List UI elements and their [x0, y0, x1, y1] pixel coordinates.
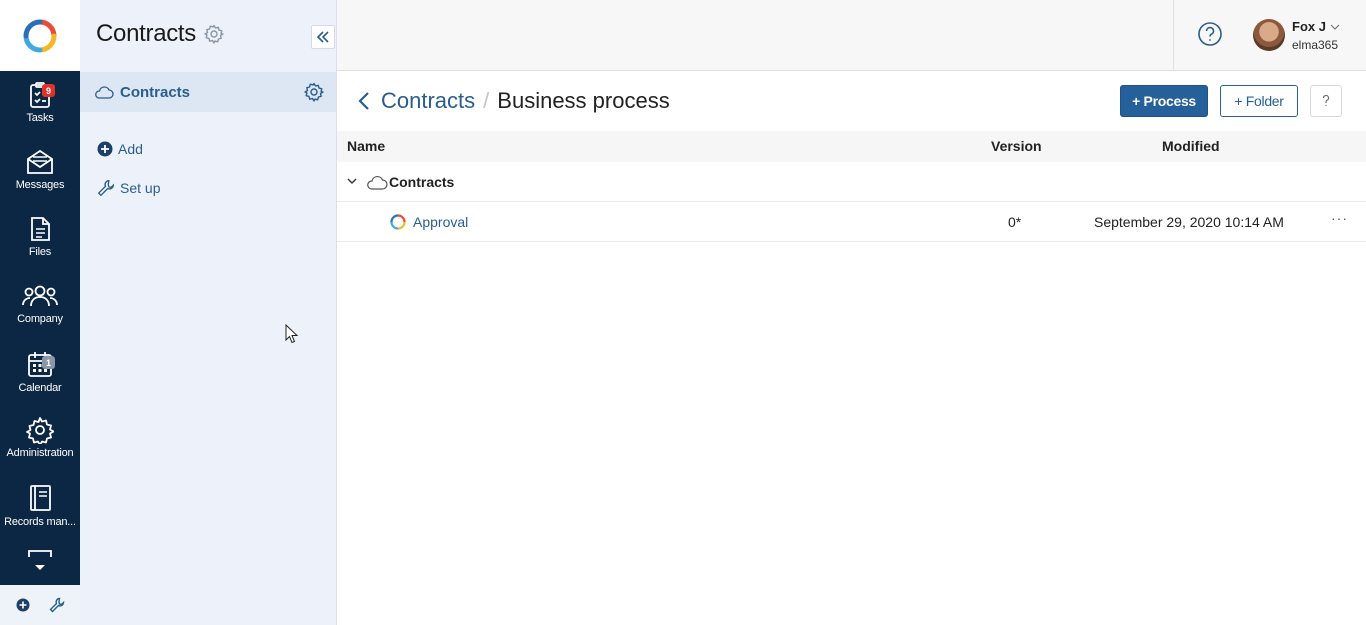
help-icon[interactable] [1198, 22, 1222, 46]
column-version[interactable]: Version [991, 138, 1042, 154]
column-modified[interactable]: Modified [1162, 138, 1220, 154]
tasks-badge: 9 [42, 84, 55, 97]
module-sidebar: Contracts Contracts Add Set up [80, 0, 337, 625]
process-icon [390, 214, 406, 230]
chevron-down-icon[interactable] [347, 178, 357, 185]
question-icon [1322, 94, 1329, 107]
user-name: Fox J [1292, 19, 1326, 34]
chevron-left-icon [358, 92, 369, 110]
breadcrumb-parent[interactable]: Contracts [381, 88, 475, 114]
user-org: elma365 [1292, 38, 1339, 52]
rail-item-label: Calendar [18, 382, 62, 394]
rail-item-label: Records man... [4, 516, 76, 528]
collapse-sidebar-button[interactable] [311, 25, 335, 49]
add-circle-icon[interactable] [16, 598, 30, 612]
rail-item-messages[interactable]: Messages [0, 142, 80, 209]
breadcrumb: Contracts / Business process [357, 88, 670, 114]
top-bar: Fox J elma365 [337, 0, 1366, 71]
user-menu[interactable]: Fox J [1292, 19, 1340, 34]
chevron-down-icon [1330, 24, 1340, 30]
plus-circle-icon [97, 141, 113, 157]
wrench-icon [97, 179, 115, 197]
company-icon [22, 285, 58, 307]
sidebar-add-label: Add [118, 141, 143, 157]
rail-item-tasks[interactable]: 9 Tasks [0, 75, 80, 142]
elma-logo-icon [23, 19, 57, 52]
mouse-cursor-icon [285, 324, 299, 344]
rail-item-administration[interactable]: Administration [0, 410, 80, 477]
caret-down-icon [35, 565, 45, 570]
table-row[interactable]: Approval 0* September 29, 2020 10:14 AM … [337, 202, 1366, 242]
sidebar-setup-link[interactable]: Set up [97, 179, 160, 197]
table-group-row[interactable]: Contracts [337, 162, 1366, 202]
rail-item-label: Files [28, 246, 52, 258]
module-settings-icon[interactable] [204, 24, 224, 44]
double-chevron-left-icon [316, 31, 329, 43]
rail-scroll-more[interactable] [0, 548, 80, 578]
cloud-icon [95, 86, 114, 99]
column-name[interactable]: Name [347, 138, 385, 154]
rail-item-calendar[interactable]: 1 Calendar [0, 343, 80, 410]
row-name-link[interactable]: Approval [413, 214, 468, 230]
rail-item-company[interactable]: Company [0, 276, 80, 343]
messages-icon [27, 149, 53, 174]
module-title: Contracts [96, 20, 197, 47]
add-folder-button[interactable]: + Folder [1220, 85, 1298, 117]
user-avatar[interactable] [1253, 19, 1285, 51]
breadcrumb-separator: / [483, 88, 490, 113]
records-icon [30, 485, 51, 511]
sidebar-setup-label: Set up [120, 180, 161, 196]
page-title: Business process [497, 88, 670, 113]
app-rail: 9 Tasks Messages Files Company 1 Calenda… [0, 0, 80, 625]
sidebar-add-link[interactable]: Add [97, 141, 143, 157]
app-logo[interactable] [0, 0, 80, 71]
group-label: Contracts [389, 174, 455, 190]
rail-bottom-bar [0, 585, 80, 625]
module-header: Contracts [96, 20, 224, 48]
rail-item-label: Administration [6, 447, 74, 459]
back-button[interactable] [357, 91, 371, 111]
row-modified: September 29, 2020 10:14 AM [1094, 214, 1284, 230]
wrench-icon[interactable] [49, 597, 65, 613]
partial-icon [28, 550, 52, 557]
gear-icon [26, 417, 54, 444]
rail-item-files[interactable]: Files [0, 209, 80, 276]
rail-item-records[interactable]: Records man... [0, 477, 80, 544]
sidebar-item-label: Contracts [120, 83, 191, 101]
rail-item-label: Company [17, 313, 63, 325]
cloud-icon [367, 175, 388, 190]
row-more-button[interactable]: ··· [1331, 210, 1348, 226]
add-process-button[interactable]: + Process [1120, 85, 1208, 117]
sidebar-item-contracts[interactable]: Contracts [80, 72, 336, 112]
rail-item-label: Messages [15, 179, 65, 191]
calendar-badge: 1 [42, 356, 55, 369]
help-hint-button[interactable] [1310, 85, 1342, 117]
topbar-divider [1173, 0, 1174, 70]
table-header: Name Version Modified [337, 131, 1366, 162]
files-icon [31, 217, 50, 241]
rail-item-label: Tasks [26, 112, 54, 124]
sidebar-item-settings-icon[interactable] [304, 82, 324, 102]
row-version: 0* [1008, 214, 1022, 230]
